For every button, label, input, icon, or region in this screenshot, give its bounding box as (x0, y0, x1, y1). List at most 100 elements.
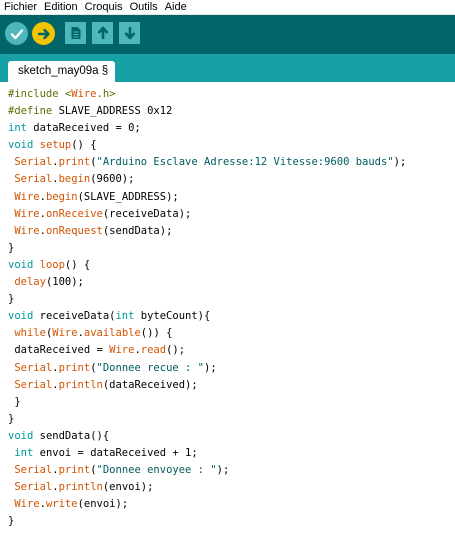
code-token: println (58, 378, 103, 391)
code-token: begin (58, 173, 91, 186)
code-line: int dataReceived = 0; (8, 120, 455, 137)
code-line: } (8, 240, 455, 257)
code-area[interactable]: #include <Wire.h> #define SLAVE_ADDRESS 0… (0, 82, 455, 530)
tab-sketch[interactable]: sketch_may09a § (8, 61, 116, 82)
code-line: Serial.println(envoi); (8, 479, 455, 496)
code-token: () { (64, 258, 91, 271)
code-token: void (8, 429, 34, 442)
code-line: Wire.begin(SLAVE_ADDRESS); (8, 189, 455, 206)
menu-bar: Fichier Edition Croquis Outils Aide (0, 0, 455, 15)
code-token: Wire (14, 224, 40, 237)
code-token: print (58, 156, 91, 169)
code-token: write (45, 498, 78, 511)
code-token: ); (204, 361, 217, 374)
new-button[interactable] (65, 22, 86, 44)
code-token: while (14, 327, 46, 340)
toolbar (0, 15, 455, 54)
code-token: (); (166, 344, 186, 357)
code-line: #include <Wire.h> (8, 86, 455, 103)
code-line: Serial.begin(9600); (8, 171, 455, 188)
code-line: } (8, 394, 455, 411)
code-line: } (8, 411, 455, 428)
code-token: Wire (14, 190, 40, 203)
code-token: #define (8, 105, 53, 118)
code-token: SLAVE_ADDRESS 0x12 (52, 105, 173, 118)
code-token: (envoi); (77, 498, 129, 511)
code-token: dataReceived = (8, 344, 110, 357)
code-line: delay(100); (8, 274, 455, 291)
code-line: Serial.print("Donnee recue : "); (8, 360, 455, 377)
code-editor[interactable]: #include <Wire.h> #define SLAVE_ADDRESS 0… (0, 82, 455, 533)
code-token: print (58, 361, 91, 374)
code-line: void receiveData(int byteCount){ (8, 308, 455, 325)
tab-bar: sketch_may09a § (0, 54, 455, 82)
menu-edition[interactable]: Edition (44, 0, 78, 14)
menu-fichier[interactable]: Fichier (4, 0, 37, 14)
menu-croquis[interactable]: Croquis (85, 0, 123, 14)
code-token: Wire (109, 344, 135, 357)
code-line: Wire.write(envoi); (8, 496, 455, 513)
code-token: dataReceived = 0; (26, 122, 141, 135)
arrow-down-icon (124, 27, 135, 40)
code-line: void sendData(){ (8, 428, 455, 445)
code-line: Serial.print("Arduino Esclave Adresse:12… (8, 154, 455, 171)
upload-button[interactable] (32, 22, 55, 45)
code-token: Serial (14, 173, 53, 186)
checkmark-icon (10, 28, 23, 39)
code-token: (sendData); (102, 224, 173, 237)
code-token: loop (39, 258, 65, 271)
code-token: (receiveData); (102, 207, 192, 220)
code-token: Serial (14, 361, 53, 374)
code-token: } (8, 412, 15, 425)
verify-button[interactable] (5, 22, 28, 45)
code-token: ); (216, 464, 230, 477)
code-token: print (58, 464, 91, 477)
code-token: void (8, 258, 34, 271)
code-line: dataReceived = Wire.read(); (8, 342, 455, 359)
code-line: } (8, 513, 455, 530)
code-token: Wire (14, 498, 40, 511)
code-line: void loop() { (8, 257, 455, 274)
code-line: Serial.print("Donnee envoyee : "); (8, 462, 455, 479)
code-token: .h> (96, 88, 116, 100)
code-token: envoi = dataReceived + 1; (33, 446, 198, 459)
code-token: Serial (14, 481, 53, 494)
code-token: ()) { (140, 327, 173, 340)
code-token: println (58, 481, 103, 494)
code-token: read (140, 344, 167, 357)
code-token: delay (14, 276, 46, 289)
code-line: } (8, 291, 455, 308)
code-token: int (115, 310, 135, 323)
code-token: receiveData( (33, 310, 116, 323)
open-button[interactable] (92, 22, 113, 44)
code-line: void setup() { (8, 137, 455, 154)
save-button[interactable] (119, 22, 140, 44)
code-token: (9600); (90, 173, 135, 186)
code-token: onReceive (45, 207, 103, 220)
code-token: onRequest (45, 224, 103, 237)
code-token: Wire (14, 207, 40, 220)
code-token: ); (393, 156, 407, 169)
menu-outils[interactable]: Outils (130, 0, 158, 14)
code-token: (SLAVE_ADDRESS); (77, 190, 179, 203)
menu-aide[interactable]: Aide (165, 0, 187, 14)
arrow-right-icon (37, 28, 50, 39)
code-line: Wire.onReceive(receiveData); (8, 206, 455, 223)
code-token: } (8, 395, 21, 408)
code-token: #include < (8, 88, 72, 100)
code-token: (envoi); (102, 481, 154, 494)
code-token: int (14, 446, 34, 459)
code-token: } (8, 293, 15, 306)
code-token: setup (39, 139, 72, 152)
code-token: Serial (14, 378, 53, 391)
code-token: "Donnee recue : " (96, 361, 204, 374)
code-token: Wire (52, 327, 78, 340)
code-token: } (8, 515, 15, 528)
code-token: available (83, 327, 141, 340)
code-token: "Arduino Esclave Adresse:12 Vitesse:9600… (96, 156, 394, 169)
code-token: () { (71, 139, 97, 152)
code-line: #define SLAVE_ADDRESS 0x12 (8, 103, 455, 120)
code-token: Wire (71, 88, 97, 100)
code-token: "Donnee envoyee : " (96, 464, 217, 477)
code-line: while(Wire.available()) { (8, 325, 455, 342)
